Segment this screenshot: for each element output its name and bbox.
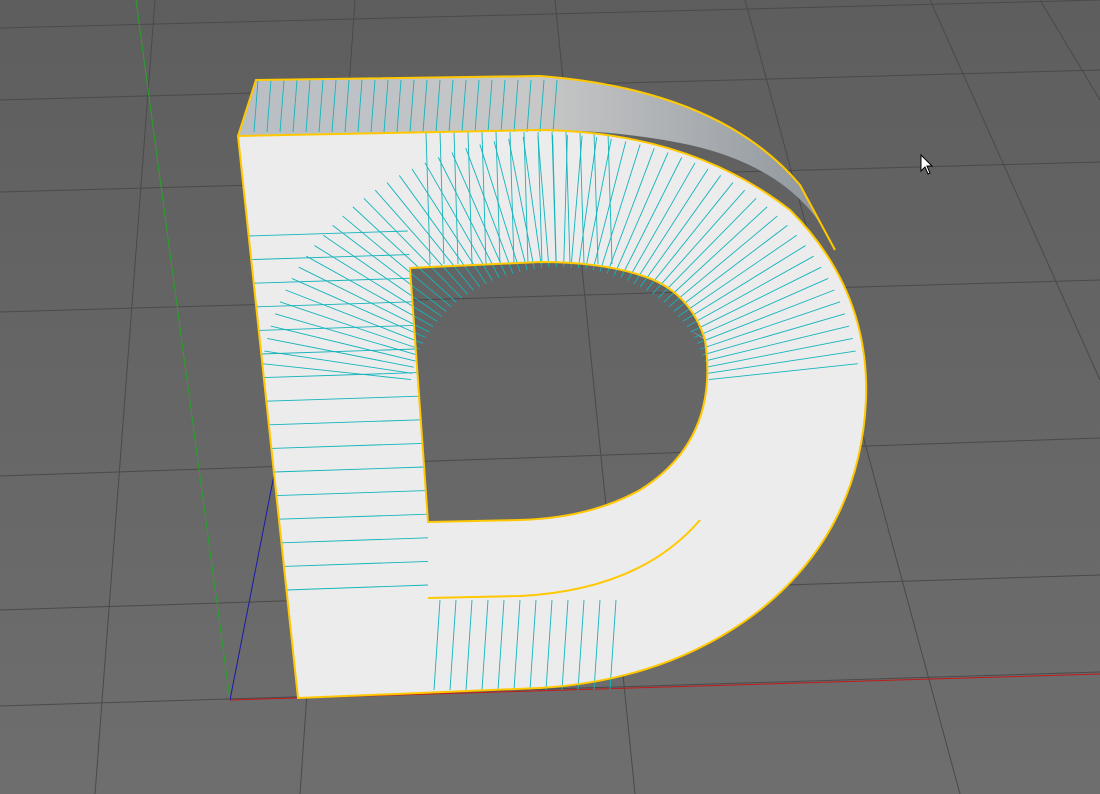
3d-viewport[interactable] bbox=[0, 0, 1100, 794]
viewport-canvas[interactable] bbox=[0, 0, 1100, 794]
